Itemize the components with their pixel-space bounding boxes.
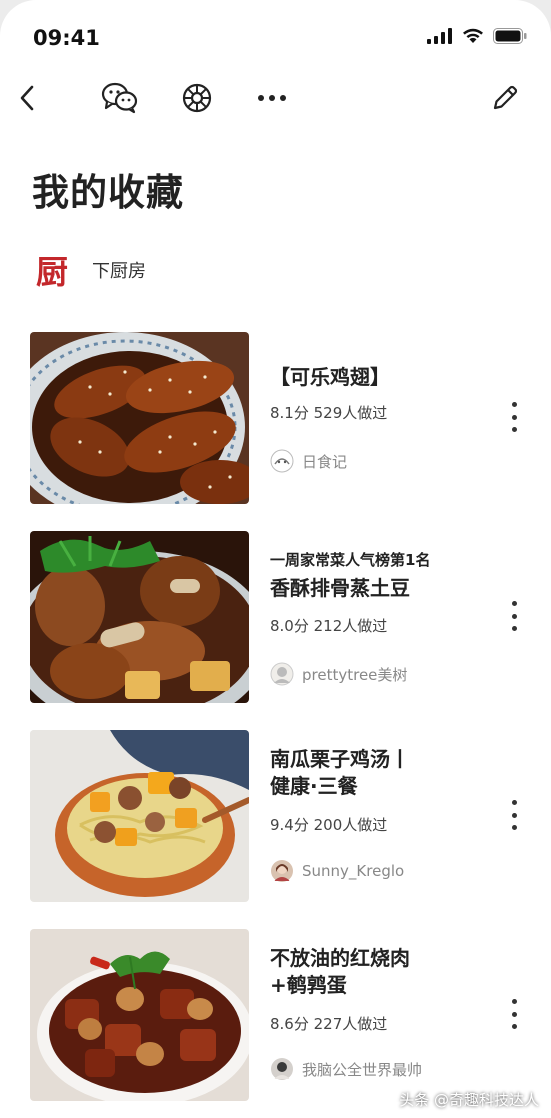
recipe-meta: 8.0分 212人做过 [270, 617, 388, 635]
recipe-photo-braised-pork [30, 929, 249, 1101]
phone-screen: 09:41 我的收藏 厨 下厨房 【可乐鸡翅】 8.1分 529人做过 日食记 … [0, 0, 551, 1118]
recipe-title: 香酥排骨蒸土豆 [270, 576, 410, 600]
page-title: 我的收藏 [32, 171, 184, 214]
moments-icon [182, 83, 212, 113]
dot [511, 825, 517, 830]
recipe-meta: 9.4分 200人做过 [270, 816, 388, 834]
recipe-photo-ribs-potatoes [30, 531, 249, 703]
brand-row[interactable]: 厨 下厨房 [32, 250, 146, 291]
recipe-card[interactable]: 一周家常菜人气榜第1名 香酥排骨蒸土豆 8.0分 212人做过 prettytr… [30, 531, 540, 703]
status-bar: 09:41 [0, 0, 551, 70]
dot [511, 427, 517, 432]
recipe-title-line-2: 健康·三餐 [270, 774, 358, 798]
recipe-author[interactable]: 日食记 [270, 449, 347, 473]
author-avatar [271, 1058, 293, 1080]
more-options-button[interactable] [504, 999, 524, 1029]
status-time: 09:41 [33, 26, 100, 50]
recipe-author[interactable]: 我脑公全世界最帅 [270, 1057, 422, 1081]
dot [511, 414, 517, 420]
author-name: 日食记 [302, 452, 348, 471]
watermark: 头条 @奇趣科技达人 [399, 1091, 539, 1109]
recipe-subtitle: 一周家常菜人气榜第1名 [270, 551, 431, 569]
recipe-title-line-1: 不放油的红烧肉 [270, 946, 410, 970]
recipe-card[interactable]: 南瓜栗子鸡汤丨 健康·三餐 9.4分 200人做过 Sunny_Kreglo [30, 730, 540, 902]
recipe-author[interactable]: prettytree美树 [270, 662, 407, 686]
recipe-author[interactable]: Sunny_Kreglo [270, 859, 404, 883]
author-avatar [270, 449, 294, 473]
recipe-meta: 8.1分 529人做过 [270, 404, 388, 422]
more-button[interactable] [252, 80, 292, 116]
more-options-button[interactable] [504, 601, 524, 631]
author-name: Sunny_Kreglo [302, 862, 405, 880]
recipe-card[interactable]: 【可乐鸡翅】 8.1分 529人做过 日食记 [30, 332, 540, 504]
author-avatar [270, 662, 294, 686]
brand-logo: 厨 [35, 253, 68, 291]
recipe-info: 不放油的红烧肉 +鹌鹑蛋 8.6分 227人做过 我脑公全世界最帅 [270, 929, 490, 1101]
recipe-title-line-2: +鹌鹑蛋 [270, 973, 347, 997]
recipe-card[interactable]: 不放油的红烧肉 +鹌鹑蛋 8.6分 227人做过 我脑公全世界最帅 [30, 929, 540, 1101]
nav-bar [0, 70, 551, 126]
share-wechat-button[interactable] [100, 80, 140, 116]
recipe-photo-pumpkin-chicken-soup [30, 730, 249, 902]
dot [511, 626, 517, 631]
back-icon [20, 85, 34, 111]
recipe-photo-cola-wings [30, 332, 249, 504]
dot [511, 812, 517, 818]
more-options-button[interactable] [504, 800, 524, 830]
dot [511, 1011, 517, 1017]
status-icons [427, 27, 527, 48]
recipe-info: 【可乐鸡翅】 8.1分 529人做过 日食记 [270, 332, 490, 504]
signal-icon [427, 27, 453, 48]
recipe-title-line-1: 南瓜栗子鸡汤丨 [270, 747, 410, 771]
more-icon [258, 95, 286, 101]
recipe-meta: 8.6分 227人做过 [270, 1015, 388, 1033]
dot [511, 800, 517, 805]
author-name: prettytree美树 [302, 665, 408, 684]
wechat-icon [101, 82, 138, 114]
dot [511, 601, 517, 606]
dot [511, 402, 517, 407]
back-button[interactable] [8, 80, 48, 116]
wifi-icon [461, 27, 485, 48]
edit-button[interactable] [485, 80, 525, 116]
dot [511, 1024, 517, 1029]
dot [511, 999, 517, 1004]
more-options-button[interactable] [504, 402, 524, 432]
author-avatar [271, 860, 293, 882]
battery-icon [493, 27, 527, 48]
share-moments-button[interactable] [177, 80, 217, 116]
recipe-info: 南瓜栗子鸡汤丨 健康·三餐 9.4分 200人做过 Sunny_Kreglo [270, 730, 490, 902]
dot [511, 613, 517, 619]
recipe-info: 一周家常菜人气榜第1名 香酥排骨蒸土豆 8.0分 212人做过 prettytr… [270, 531, 490, 703]
author-name: 我脑公全世界最帅 [302, 1060, 423, 1079]
edit-icon [493, 85, 518, 110]
recipe-title: 【可乐鸡翅】 [270, 365, 390, 389]
brand-name: 下厨房 [92, 261, 146, 282]
